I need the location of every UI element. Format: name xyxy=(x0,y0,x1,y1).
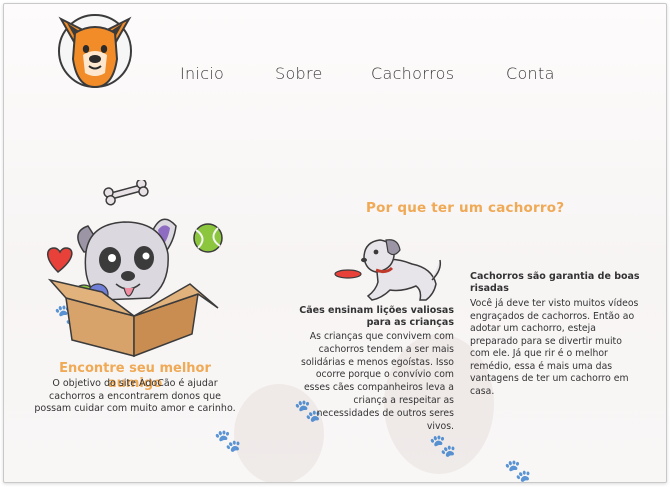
heart-icon xyxy=(47,247,73,273)
laughs-title: Cachorros são garantia de boas risadas xyxy=(470,271,640,294)
paw-icon: 🐾 xyxy=(214,429,242,454)
lessons-text: As crianças que convivem com cachorros t… xyxy=(301,331,454,432)
running-dog-illustration xyxy=(334,239,442,301)
section-title-why: Por que ter um cachorro? xyxy=(366,200,565,216)
paw-icon: 🐾 xyxy=(504,459,532,483)
find-friend-text: O objetivo do site AdoCão é ajudar cacho… xyxy=(34,378,236,414)
page-container: 🐾 🐾 🐾 🐾 🐾 Inicio Sobre Cachorros Conta P… xyxy=(3,3,667,483)
laughs-text: Você já deve ter visto muitos vídeos eng… xyxy=(470,298,639,397)
nav-item-cachorros[interactable]: Cachorros xyxy=(371,64,454,83)
main-nav: Inicio Sobre Cachorros Conta xyxy=(4,64,666,88)
paw-icon: 🐾 xyxy=(429,434,457,459)
dog-in-box-illustration xyxy=(47,180,223,358)
frisbee-icon xyxy=(334,269,362,279)
bone-icon xyxy=(103,180,149,206)
nav-item-inicio[interactable]: Inicio xyxy=(180,64,224,83)
lessons-title: Cães ensinam lições valiosas para as cri… xyxy=(299,305,454,328)
nav-item-sobre[interactable]: Sobre xyxy=(275,64,323,83)
tennis-ball-icon xyxy=(193,223,223,253)
nav-item-conta[interactable]: Conta xyxy=(506,64,555,83)
